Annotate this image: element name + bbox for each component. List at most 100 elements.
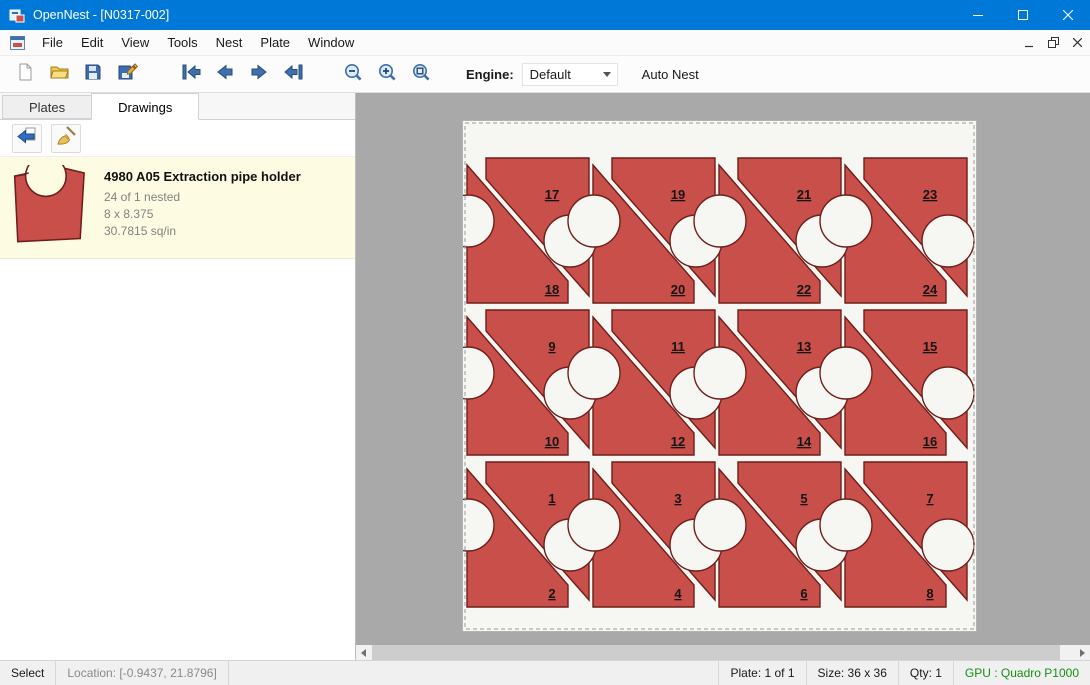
pipe-notch bbox=[568, 195, 620, 247]
drawing-area: 30.7815 sq/in bbox=[104, 223, 301, 240]
scroll-right-arrow[interactable] bbox=[1075, 645, 1090, 660]
part-number-label: 5 bbox=[800, 491, 807, 506]
drawings-toolbar bbox=[0, 120, 355, 156]
mdi-restore-button[interactable] bbox=[1042, 33, 1064, 53]
pipe-notch bbox=[694, 499, 746, 551]
part-number-label: 18 bbox=[545, 282, 559, 297]
panel-tab-strip: Plates Drawings bbox=[0, 93, 355, 120]
part-number-label: 14 bbox=[797, 434, 812, 449]
part-number-label: 3 bbox=[674, 491, 681, 506]
part-number-label: 15 bbox=[923, 339, 937, 354]
menu-nest[interactable]: Nest bbox=[207, 31, 252, 54]
mdi-minimize-button[interactable] bbox=[1018, 33, 1040, 53]
zoom-in-button[interactable] bbox=[370, 59, 404, 89]
pipe-notch bbox=[568, 347, 620, 399]
part-number-label: 17 bbox=[545, 187, 559, 202]
zoom-out-icon bbox=[343, 62, 363, 87]
part-number-label: 16 bbox=[923, 434, 937, 449]
app-icon bbox=[9, 7, 25, 23]
engine-label: Engine: bbox=[466, 67, 514, 82]
close-button[interactable] bbox=[1045, 0, 1090, 30]
pipe-notch bbox=[820, 347, 872, 399]
prev-plate-button[interactable] bbox=[208, 59, 242, 89]
minimize-button[interactable] bbox=[955, 0, 1000, 30]
menu-window[interactable]: Window bbox=[299, 31, 363, 54]
pipe-notch bbox=[922, 519, 974, 571]
side-panel: Plates Drawings 4980 A05 Extraction pipe… bbox=[0, 93, 356, 660]
nesting-canvas[interactable]: 171819202122232491011121314151612345678 bbox=[356, 93, 1090, 660]
status-location: Location: [-0.9437, 21.8796] bbox=[56, 661, 228, 685]
menu-file[interactable]: File bbox=[33, 31, 72, 54]
open-folder-icon bbox=[49, 62, 70, 87]
status-bar: Select Location: [-0.9437, 21.8796] Plat… bbox=[0, 660, 1090, 685]
first-arrow-icon bbox=[181, 62, 202, 87]
title-bar: OpenNest - [N0317-002] bbox=[0, 0, 1090, 30]
drawing-list-item[interactable]: 4980 A05 Extraction pipe holder 24 of 1 … bbox=[0, 156, 355, 259]
prev-arrow-icon bbox=[215, 62, 235, 87]
pipe-notch bbox=[922, 215, 974, 267]
status-mode: Select bbox=[0, 661, 56, 685]
nesting-plate[interactable]: 171819202122232491011121314151612345678 bbox=[463, 121, 976, 631]
last-plate-button[interactable] bbox=[276, 59, 310, 89]
part-number-label: 19 bbox=[671, 187, 685, 202]
pipe-notch bbox=[820, 499, 872, 551]
menu-view[interactable]: View bbox=[112, 31, 158, 54]
next-arrow-icon bbox=[249, 62, 269, 87]
part-number-label: 2 bbox=[548, 586, 555, 601]
pipe-notch bbox=[694, 347, 746, 399]
plate-sheet[interactable]: 171819202122232491011121314151612345678 bbox=[462, 120, 977, 632]
pipe-notch bbox=[922, 367, 974, 419]
part-number-label: 20 bbox=[671, 282, 685, 297]
status-gpu: GPU : Quadro P1000 bbox=[953, 661, 1090, 685]
menu-bar: File Edit View Tools Nest Plate Window bbox=[0, 30, 1090, 56]
pipe-notch bbox=[694, 195, 746, 247]
next-plate-button[interactable] bbox=[242, 59, 276, 89]
chevron-down-icon bbox=[603, 72, 611, 77]
pipe-notch bbox=[568, 499, 620, 551]
tab-drawings[interactable]: Drawings bbox=[91, 93, 199, 120]
main-toolbar: Engine: Default Auto Nest bbox=[0, 56, 1090, 93]
part-number-label: 9 bbox=[548, 339, 555, 354]
first-plate-button[interactable] bbox=[174, 59, 208, 89]
part-number-label: 24 bbox=[923, 282, 938, 297]
engine-selected-value: Default bbox=[530, 67, 603, 82]
new-file-button[interactable] bbox=[8, 59, 42, 89]
drawing-thumbnail bbox=[10, 165, 88, 250]
mdi-close-button[interactable] bbox=[1066, 33, 1088, 53]
zoom-out-button[interactable] bbox=[336, 59, 370, 89]
back-arrow-icon bbox=[16, 125, 38, 152]
open-button[interactable] bbox=[42, 59, 76, 89]
horizontal-scrollbar[interactable] bbox=[356, 645, 1090, 660]
engine-select[interactable]: Default bbox=[522, 63, 618, 86]
zoom-fit-icon bbox=[411, 62, 431, 87]
part-number-label: 22 bbox=[797, 282, 811, 297]
scrollbar-thumb[interactable] bbox=[372, 645, 1060, 660]
part-number-label: 6 bbox=[800, 586, 807, 601]
auto-nest-button[interactable]: Auto Nest bbox=[634, 62, 707, 87]
zoom-in-icon bbox=[377, 62, 397, 87]
tab-plates[interactable]: Plates bbox=[2, 95, 92, 119]
part-number-label: 21 bbox=[797, 187, 811, 202]
broom-icon bbox=[55, 125, 77, 152]
last-arrow-icon bbox=[283, 62, 304, 87]
part-number-label: 7 bbox=[926, 491, 933, 506]
zoom-fit-button[interactable] bbox=[404, 59, 438, 89]
part-number-label: 23 bbox=[923, 187, 937, 202]
menu-plate[interactable]: Plate bbox=[251, 31, 299, 54]
return-part-button[interactable] bbox=[12, 124, 42, 153]
drawing-info: 4980 A05 Extraction pipe holder 24 of 1 … bbox=[104, 165, 301, 239]
save-edit-icon bbox=[117, 62, 138, 87]
save-edit-button[interactable] bbox=[110, 59, 144, 89]
maximize-button[interactable] bbox=[1000, 0, 1045, 30]
part-number-label: 1 bbox=[548, 491, 555, 506]
window-title: OpenNest - [N0317-002] bbox=[33, 8, 169, 22]
clean-button[interactable] bbox=[51, 124, 81, 153]
menu-tools[interactable]: Tools bbox=[158, 31, 206, 54]
drawing-nested-count: 24 of 1 nested bbox=[104, 189, 301, 206]
menu-edit[interactable]: Edit bbox=[72, 31, 112, 54]
part-number-label: 8 bbox=[926, 586, 933, 601]
part-number-label: 11 bbox=[671, 339, 685, 354]
save-button[interactable] bbox=[76, 59, 110, 89]
scroll-left-arrow[interactable] bbox=[356, 645, 371, 660]
mdi-child-icon bbox=[10, 36, 25, 50]
